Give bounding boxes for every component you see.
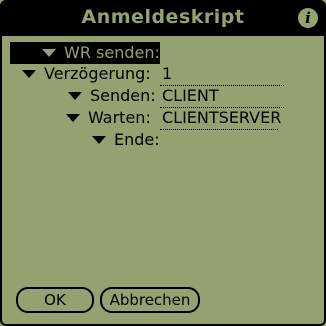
tree-item-label: WR senden: xyxy=(64,43,160,62)
info-icon[interactable]: i xyxy=(298,8,318,28)
tree-item-value[interactable]: CLIENT xyxy=(160,85,284,108)
triangle-down-icon[interactable] xyxy=(22,69,36,78)
cancel-button[interactable]: Abbrechen xyxy=(100,287,200,313)
title-bar: Anmeldeskript i xyxy=(2,2,324,36)
tree-item-senden[interactable]: Senden: CLIENT xyxy=(68,85,322,108)
triangle-down-icon[interactable] xyxy=(68,91,82,100)
tree-item-wr-senden[interactable]: WR senden: xyxy=(10,42,160,64)
tree-item-warten[interactable]: Warten: CLIENTSERVER xyxy=(66,107,322,130)
tree-item-ende[interactable]: Ende: xyxy=(92,129,322,151)
dialog-title: Anmeldeskript xyxy=(81,6,245,28)
triangle-down-icon[interactable] xyxy=(66,113,80,122)
tree-item-label: Senden: xyxy=(90,86,156,105)
tree-item-label: Warten: xyxy=(88,108,151,127)
tree-item-label: Verzögerung: xyxy=(44,64,151,83)
dialog-window: Anmeldeskript i WR senden: Verzögerung: … xyxy=(0,0,326,326)
tree-item-label: Ende: xyxy=(114,130,160,149)
triangle-down-icon[interactable] xyxy=(92,135,106,144)
tree-item-value[interactable]: CLIENTSERVER xyxy=(160,107,281,130)
triangle-down-icon[interactable] xyxy=(42,48,56,57)
ok-button[interactable]: OK xyxy=(16,287,94,313)
tree-item-value[interactable]: 1 xyxy=(160,63,284,86)
tree-item-verzoegerung[interactable]: Verzögerung: 1 xyxy=(22,63,322,86)
